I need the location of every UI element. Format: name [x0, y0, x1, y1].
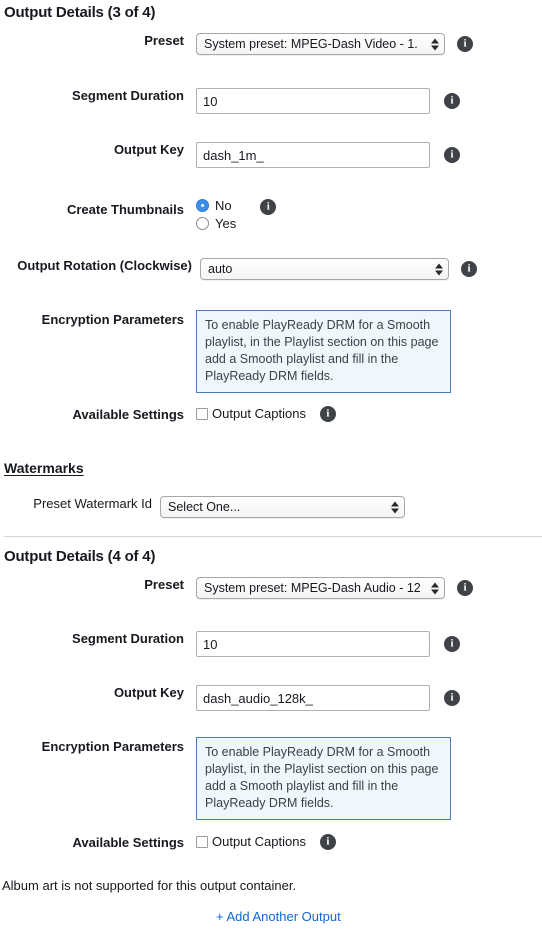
preset-watermark-id-select[interactable]: Select One...	[160, 496, 405, 518]
chevron-updown-icon	[431, 37, 439, 52]
watermarks-section-title: Watermarks	[4, 460, 84, 476]
info-icon[interactable]: i	[444, 147, 460, 163]
output-3-output-rotation-select[interactable]: auto	[200, 258, 449, 280]
output-4-encryption-label: Encryption Parameters	[41, 739, 184, 754]
output-3-output-key-row: Output Key i	[0, 142, 542, 168]
output-3-output-rotation-value: auto	[208, 262, 233, 276]
create-thumbnails-option-yes[interactable]: Yes	[196, 216, 236, 231]
output-3-segment-duration-input[interactable]	[196, 88, 430, 114]
output-3-create-thumbnails-label: Create Thumbnails	[66, 202, 184, 217]
add-another-output-link[interactable]: + Add Another Output	[216, 909, 341, 924]
output-3-preset-label: Preset	[144, 33, 184, 48]
info-icon[interactable]: i	[260, 199, 277, 215]
info-icon[interactable]: i	[461, 261, 477, 277]
output-3-preset-select[interactable]: System preset: MPEG-Dash Video - 1.	[196, 33, 445, 55]
output-4-segment-duration-row: Segment Duration i	[0, 631, 542, 657]
radio-yes[interactable]	[196, 217, 209, 230]
output-3-preset-row: Preset System preset: MPEG-Dash Video - …	[0, 33, 542, 55]
output-4-preset-value: System preset: MPEG-Dash Audio - 12	[204, 581, 421, 595]
output-4-encryption-row: Encryption Parameters To enable PlayRead…	[0, 737, 542, 820]
preset-watermark-id-label: Preset Watermark Id	[33, 496, 152, 511]
info-icon[interactable]: i	[457, 36, 473, 52]
album-art-note: Album art is not supported for this outp…	[2, 878, 297, 893]
output-4-available-settings-label: Available Settings	[72, 835, 185, 850]
output-3-encryption-row: Encryption Parameters To enable PlayRead…	[0, 310, 542, 393]
output-4-preset-row: Preset System preset: MPEG-Dash Audio - …	[0, 577, 542, 599]
output-captions-label: Output Captions	[212, 834, 306, 849]
info-icon[interactable]: i	[319, 406, 336, 422]
output-3-encryption-label: Encryption Parameters	[41, 312, 184, 327]
output-4-segment-duration-label: Segment Duration	[72, 631, 184, 646]
radio-no-label: No	[215, 198, 232, 213]
create-thumbnails-option-no[interactable]: No	[196, 198, 236, 213]
output-4-output-key-input[interactable]	[196, 685, 430, 711]
output-3-available-settings-label: Available Settings	[72, 407, 185, 422]
output-3-create-thumbnails-row: Create Thumbnails No Yes i	[0, 198, 542, 231]
info-icon[interactable]: i	[319, 834, 336, 850]
output-3-section-title: Output Details (3 of 4)	[4, 4, 156, 21]
output-4-encryption-note: To enable PlayReady DRM for a Smooth pla…	[196, 737, 451, 820]
output-3-segment-duration-label: Segment Duration	[72, 88, 184, 103]
output-3-output-rotation-row: Output Rotation (Clockwise) auto i	[0, 258, 542, 280]
radio-no[interactable]	[196, 199, 209, 212]
section-divider	[4, 536, 542, 537]
output-4-section-title: Output Details (4 of 4)	[4, 548, 156, 565]
output-4-output-key-label: Output Key	[113, 685, 184, 700]
chevron-updown-icon	[391, 500, 399, 515]
info-icon[interactable]: i	[457, 580, 473, 596]
create-thumbnails-radio-group: No Yes	[196, 198, 236, 231]
output-captions-checkbox[interactable]	[196, 836, 208, 848]
preset-watermark-id-row: Preset Watermark Id Select One...	[0, 496, 542, 518]
output-3-preset-value: System preset: MPEG-Dash Video - 1.	[204, 37, 418, 51]
output-3-output-rotation-label: Output Rotation (Clockwise)	[17, 258, 192, 273]
output-4-preset-label: Preset	[144, 577, 184, 592]
chevron-updown-icon	[435, 262, 443, 277]
output-captions-label: Output Captions	[212, 406, 306, 421]
output-4-preset-select[interactable]: System preset: MPEG-Dash Audio - 12	[196, 577, 445, 599]
output-3-output-captions-checkbox-wrap[interactable]: Output Captions	[196, 407, 306, 421]
output-3-encryption-note: To enable PlayReady DRM for a Smooth pla…	[196, 310, 451, 393]
output-4-output-captions-checkbox-wrap[interactable]: Output Captions	[196, 835, 306, 849]
output-4-output-key-row: Output Key i	[0, 685, 542, 711]
output-4-available-settings-row: Available Settings Output Captions i	[0, 834, 542, 851]
output-captions-checkbox[interactable]	[196, 408, 208, 420]
radio-yes-label: Yes	[215, 216, 237, 231]
output-3-output-key-input[interactable]	[196, 142, 430, 168]
info-icon[interactable]: i	[444, 636, 460, 652]
output-4-segment-duration-input[interactable]	[196, 631, 430, 657]
output-3-output-key-label: Output Key	[113, 142, 184, 157]
info-icon[interactable]: i	[444, 690, 460, 706]
output-3-available-settings-row: Available Settings Output Captions i	[0, 406, 542, 423]
output-3-segment-duration-row: Segment Duration i	[0, 88, 542, 114]
info-icon[interactable]: i	[444, 93, 460, 109]
chevron-updown-icon	[431, 581, 439, 596]
preset-watermark-id-value: Select One...	[168, 500, 241, 514]
